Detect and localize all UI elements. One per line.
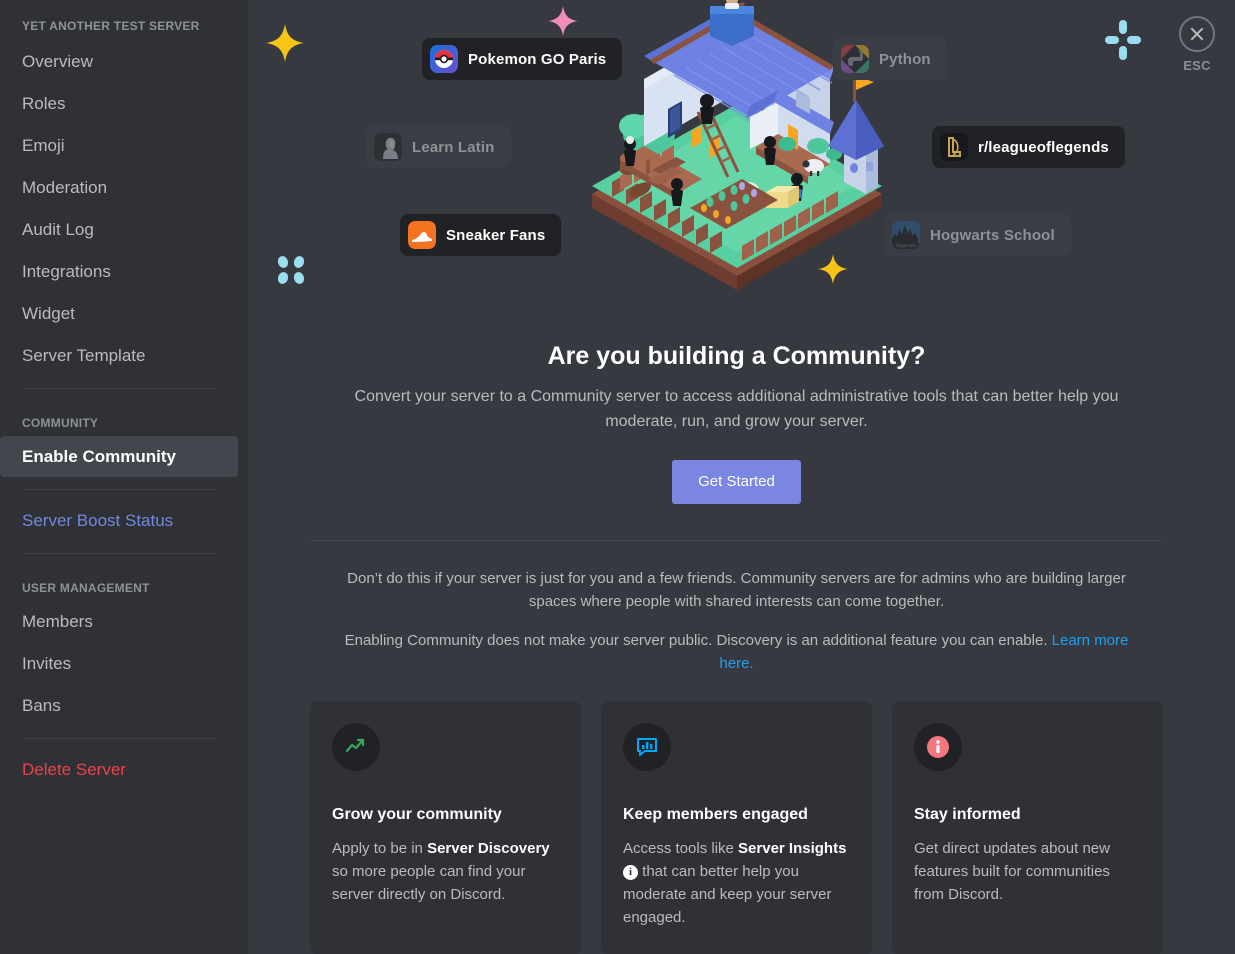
insights-chat-icon	[637, 738, 657, 756]
card-body-part-1: Access tools like	[623, 840, 739, 857]
sidebar-item-overview[interactable]: Overview	[0, 41, 238, 82]
sidebar-item-widget[interactable]: Widget	[0, 293, 238, 334]
settings-sidebar: YET ANOTHER TEST SERVER Overview Roles E…	[0, 0, 248, 954]
card-body-part-2: so more people can find your server dire…	[332, 863, 526, 903]
server-pill-python[interactable]: Python	[833, 38, 947, 80]
server-name-header: YET ANOTHER TEST SERVER	[22, 19, 200, 33]
sidebar-item-members[interactable]: Members	[0, 601, 238, 642]
card-icon-container	[914, 723, 962, 771]
sidebar-divider-2	[22, 489, 216, 490]
sidebar-divider-3	[22, 553, 216, 554]
card-body-part-1: Apply to be in	[332, 840, 428, 857]
server-pill-leagueoflegends[interactable]: r/leagueoflegends	[932, 126, 1125, 168]
card-body-part-2: that can better help you moderate and ke…	[623, 863, 832, 926]
sidebar-item-server-template[interactable]: Server Template	[0, 335, 238, 376]
python-logo-icon	[841, 45, 869, 73]
card-title: Stay informed	[914, 806, 1021, 823]
disclaimer-note-1: Don’t do this if your server is just for…	[347, 570, 1126, 610]
server-pill-learn-latin[interactable]: Learn Latin	[366, 126, 511, 168]
sidebar-item-emoji[interactable]: Emoji	[0, 125, 238, 166]
sidebar-divider-1	[22, 388, 216, 389]
sidebar-item-roles[interactable]: Roles	[0, 83, 238, 124]
pink-star-sparkle	[548, 6, 578, 36]
card-title: Grow your community	[332, 806, 502, 823]
page-title: Are you building a Community?	[547, 342, 926, 370]
roman-bust-icon	[374, 133, 402, 161]
sidebar-item-bans[interactable]: Bans	[0, 685, 238, 726]
card-body-bold: Server Insights	[738, 840, 847, 857]
yellow-star-sparkle	[266, 24, 304, 62]
svg-text:Hogwarts: Hogwarts	[896, 244, 915, 249]
server-pill-label: r/leagueoflegends	[978, 138, 1109, 156]
server-insights-info-icon[interactable]: i	[623, 865, 638, 880]
settings-modal: YET ANOTHER TEST SERVER Overview Roles E…	[0, 0, 1235, 954]
sidebar-item-invites[interactable]: Invites	[0, 643, 238, 684]
league-of-legends-icon	[940, 133, 968, 161]
server-pill-label: Sneaker Fans	[446, 226, 546, 244]
disclaimer-note-2: Enabling Community does not make your se…	[327, 629, 1147, 675]
page-subtitle: Convert your server to a Community serve…	[354, 388, 1119, 430]
sidebar-item-audit-log[interactable]: Audit Log	[0, 209, 238, 250]
feature-card-stay-informed: Stay informed Get direct updates about n…	[892, 701, 1163, 954]
card-body-part-1: Get direct updates about new features bu…	[914, 840, 1110, 903]
server-pill-label: Pokemon GO Paris	[468, 50, 607, 68]
server-pill-hogwarts-school[interactable]: Hogwarts Hogwarts School	[884, 214, 1071, 256]
feature-card-grow-your-community: Grow your community Apply to be in Serve…	[310, 701, 581, 954]
card-title: Keep members engaged	[623, 806, 808, 823]
sneaker-icon	[408, 221, 436, 249]
disclaimer-note-2-text: Enabling Community does not make your se…	[344, 632, 1052, 649]
card-body: Access tools like Server Insights i that…	[623, 837, 850, 929]
trending-up-icon	[345, 738, 365, 753]
card-body-bold: Server Discovery	[427, 840, 550, 857]
sidebar-section-community: COMMUNITY	[22, 416, 99, 430]
get-started-button[interactable]: Get Started	[672, 460, 801, 504]
sidebar-item-enable-community[interactable]: Enable Community	[0, 436, 238, 477]
settings-main-panel: ESC Pokemon GO Paris Learn Latin Sneaker…	[248, 0, 1235, 954]
cyan-cross-sparkle	[1105, 20, 1141, 60]
card-body: Apply to be in Server Discovery so more …	[332, 837, 559, 906]
server-pill-label: Learn Latin	[412, 138, 495, 156]
server-pill-label: Hogwarts School	[930, 226, 1055, 244]
server-pill-sneaker-fans[interactable]: Sneaker Fans	[400, 214, 562, 256]
info-circle-icon	[927, 736, 949, 758]
sidebar-item-moderation[interactable]: Moderation	[0, 167, 238, 208]
feature-cards: Grow your community Apply to be in Serve…	[310, 701, 1163, 954]
cta-container: Get Started	[298, 460, 1175, 504]
close-button[interactable]: ESC	[1169, 16, 1225, 73]
esc-label: ESC	[1183, 58, 1211, 73]
card-icon-container	[623, 723, 671, 771]
sidebar-section-user-management: USER MANAGEMENT	[22, 581, 150, 595]
content-divider	[310, 540, 1163, 541]
sidebar-item-server-boost-status[interactable]: Server Boost Status	[0, 500, 238, 541]
card-icon-container	[332, 723, 380, 771]
close-icon[interactable]	[1179, 16, 1215, 52]
server-pill-pokemon-go-paris[interactable]: Pokemon GO Paris	[422, 38, 623, 80]
blue-dots-sparkle	[277, 256, 305, 284]
sidebar-item-integrations[interactable]: Integrations	[0, 251, 238, 292]
card-body: Get direct updates about new features bu…	[914, 837, 1141, 906]
sidebar-divider-4	[22, 738, 216, 739]
sidebar-item-delete-server[interactable]: Delete Server	[0, 749, 238, 790]
feature-card-keep-members-engaged: Keep members engaged Access tools like S…	[601, 701, 872, 954]
pokeball-icon	[430, 45, 458, 73]
yellow-star-sparkle-2	[818, 254, 848, 284]
server-pill-label: Python	[879, 50, 931, 68]
hero-section: Pokemon GO Paris Learn Latin Sneaker Fan…	[266, 0, 1175, 300]
hogwarts-castle-icon: Hogwarts	[892, 221, 920, 249]
